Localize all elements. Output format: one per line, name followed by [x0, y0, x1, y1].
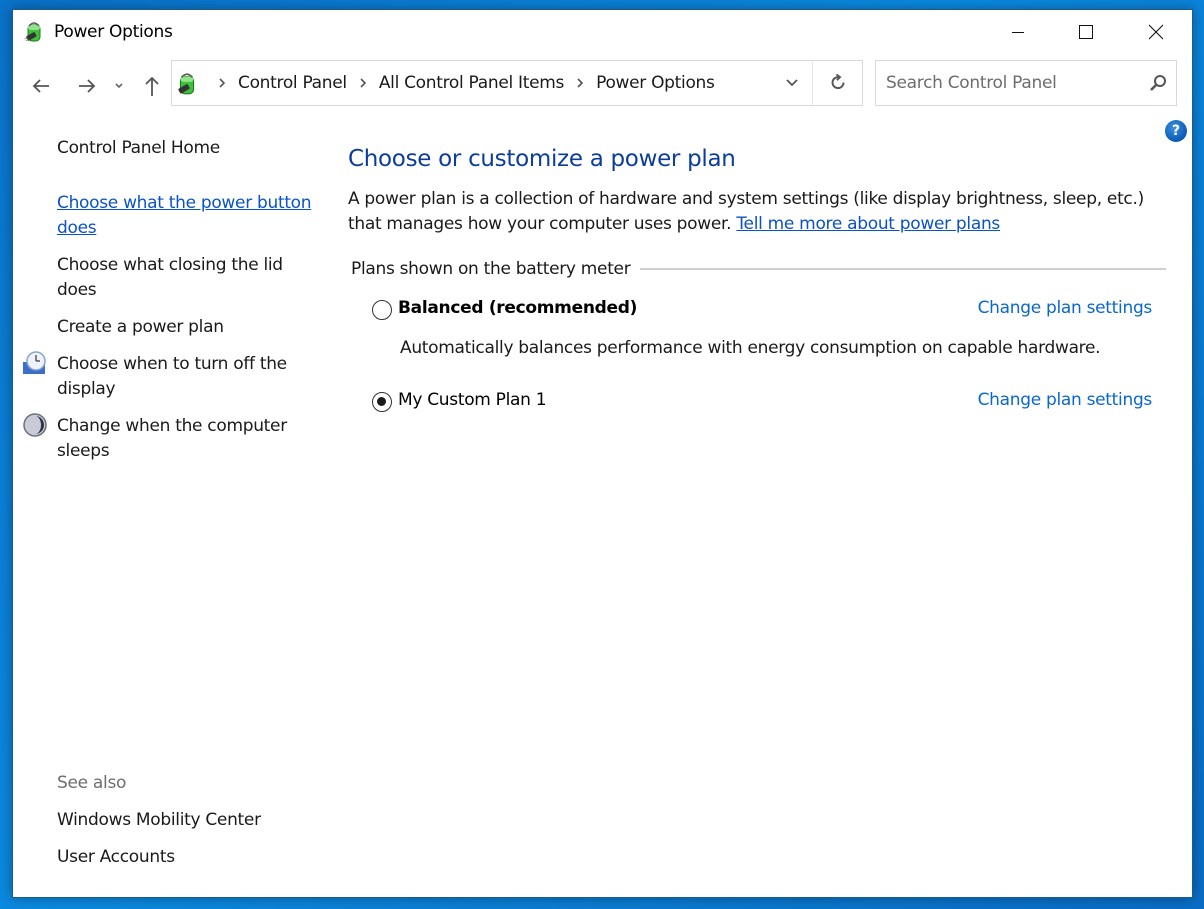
sidebar: Control Panel Home Choose what the power…: [13, 130, 323, 890]
window-title: Power Options: [54, 22, 173, 42]
power-options-icon: [24, 22, 41, 42]
recent-locations-button[interactable]: [111, 74, 127, 98]
change-plan-settings-link[interactable]: Change plan settings: [978, 390, 1153, 410]
back-button[interactable]: [29, 74, 53, 98]
sidebar-link-computer-sleeps[interactable]: Change when the computer sleeps: [57, 414, 315, 464]
sidebar-link-create-plan[interactable]: Create a power plan: [57, 315, 315, 340]
arrow-up-icon: [145, 76, 159, 96]
sleep-moon-icon: [23, 413, 47, 437]
breadcrumb-all-control-panel-items[interactable]: All Control Panel Items: [379, 73, 565, 93]
see-also-windows-mobility-center[interactable]: Windows Mobility Center: [57, 808, 315, 833]
refresh-button[interactable]: [812, 61, 862, 105]
control-panel-home-link[interactable]: Control Panel Home: [57, 136, 315, 161]
help-icon[interactable]: ?: [1165, 120, 1187, 142]
see-also-user-accounts[interactable]: User Accounts: [57, 845, 315, 870]
chevron-right-icon[interactable]: [218, 78, 226, 88]
up-button[interactable]: [140, 74, 164, 98]
breadcrumb: Control Panel All Control Panel Items Po…: [206, 61, 715, 105]
forward-button[interactable]: [75, 74, 99, 98]
search-input[interactable]: [876, 61, 1136, 105]
power-options-icon: [178, 73, 195, 95]
search-box: [875, 60, 1177, 106]
display-clock-icon: [23, 351, 46, 374]
plan-name[interactable]: My Custom Plan 1: [398, 390, 547, 410]
power-options-window: Power Options Control Panel All Control …: [12, 9, 1193, 898]
minimize-button[interactable]: [995, 10, 1041, 54]
see-also-heading: See also: [57, 773, 127, 793]
plan-radio-balanced[interactable]: [372, 300, 392, 320]
close-button[interactable]: [1133, 10, 1179, 54]
breadcrumb-power-options[interactable]: Power Options: [596, 73, 715, 93]
close-icon: [1148, 24, 1164, 40]
search-icon[interactable]: [1148, 73, 1168, 93]
refresh-icon: [831, 73, 844, 89]
learn-more-link[interactable]: Tell me more about power plans: [736, 214, 1000, 234]
group-divider: [626, 268, 1166, 270]
page-description: A power plan is a collection of hardware…: [348, 187, 1168, 237]
address-bar[interactable]: Control Panel All Control Panel Items Po…: [171, 60, 863, 106]
breadcrumb-control-panel[interactable]: Control Panel: [238, 73, 347, 93]
chevron-down-icon: [786, 79, 798, 87]
plan-row-balanced: Balanced (recommended) Change plan setti…: [372, 298, 1152, 324]
arrow-left-icon: [32, 79, 49, 93]
arrow-right-icon: [79, 79, 96, 93]
chevron-right-icon[interactable]: [359, 78, 367, 88]
sidebar-link-closing-lid[interactable]: Choose what closing the lid does: [57, 253, 315, 303]
plan-row-custom: My Custom Plan 1 Change plan settings: [372, 390, 1152, 416]
plans-group-title: Plans shown on the battery meter: [351, 259, 641, 279]
navigation-bar: Control Panel All Control Panel Items Po…: [13, 60, 1192, 108]
plan-description: Automatically balances performance with …: [400, 338, 1101, 358]
minimize-icon: [1012, 32, 1024, 33]
change-plan-settings-link[interactable]: Change plan settings: [978, 298, 1153, 318]
chevron-right-icon[interactable]: [576, 78, 584, 88]
page-title: Choose or customize a power plan: [348, 146, 736, 172]
chevron-down-icon: [115, 83, 123, 89]
plan-name[interactable]: Balanced (recommended): [398, 298, 637, 318]
sidebar-link-power-button[interactable]: Choose what the power button does: [57, 191, 315, 241]
address-history-button[interactable]: [772, 61, 812, 105]
maximize-icon: [1079, 25, 1093, 39]
title-bar: Power Options: [13, 10, 1192, 56]
sidebar-link-turn-off-display[interactable]: Choose when to turn off the display: [57, 352, 315, 402]
maximize-button[interactable]: [1063, 10, 1109, 54]
plan-radio-custom[interactable]: [372, 392, 392, 412]
